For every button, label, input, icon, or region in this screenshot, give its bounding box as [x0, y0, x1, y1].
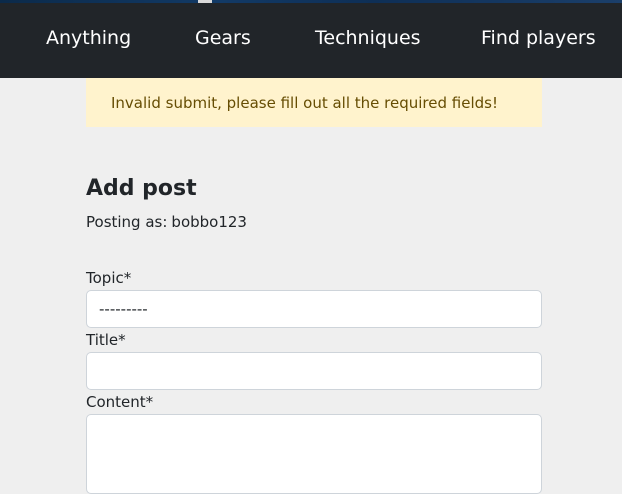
posting-as-line: Posting as: bobbo123: [86, 213, 247, 231]
topic-label: Topic*: [86, 269, 132, 287]
topic-select[interactable]: ---------: [86, 290, 542, 328]
page-title: Add post: [86, 176, 197, 201]
warning-alert: Invalid submit, please fill out all the …: [86, 78, 542, 127]
content-textarea[interactable]: [86, 414, 542, 494]
username: bobbo123: [171, 213, 247, 231]
nav-item-find-players[interactable]: Find players: [481, 27, 596, 49]
posting-as-label: Posting as:: [86, 213, 168, 231]
top-navbar: Anything Gears Techniques Find players: [0, 3, 622, 78]
title-label: Title*: [86, 331, 126, 349]
content-label: Content*: [86, 393, 154, 411]
nav-item-gears[interactable]: Gears: [195, 27, 251, 49]
nav-item-techniques[interactable]: Techniques: [315, 27, 421, 49]
title-input[interactable]: [86, 352, 542, 390]
alert-message: Invalid submit, please fill out all the …: [111, 94, 498, 112]
nav-item-anything[interactable]: Anything: [46, 27, 131, 49]
